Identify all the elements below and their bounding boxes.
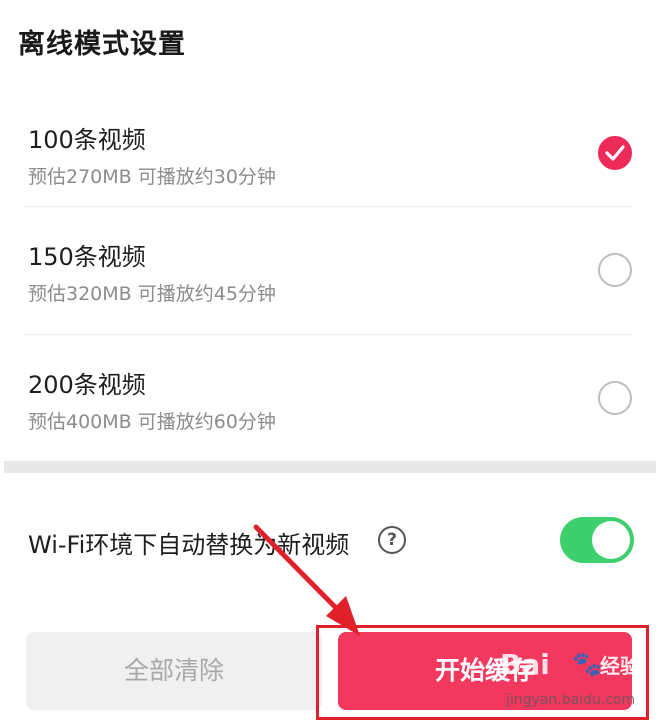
annotation-arrow-icon [253,524,360,636]
paw-icon: 🐾 [572,650,602,678]
watermark-brand: 经验 [600,654,640,678]
watermark-url: jingyan.baidu.com [506,692,636,708]
watermark: Bai 🐾 经验 jingyan.baidu.com [500,644,650,720]
watermark-logo: Bai [500,648,550,681]
